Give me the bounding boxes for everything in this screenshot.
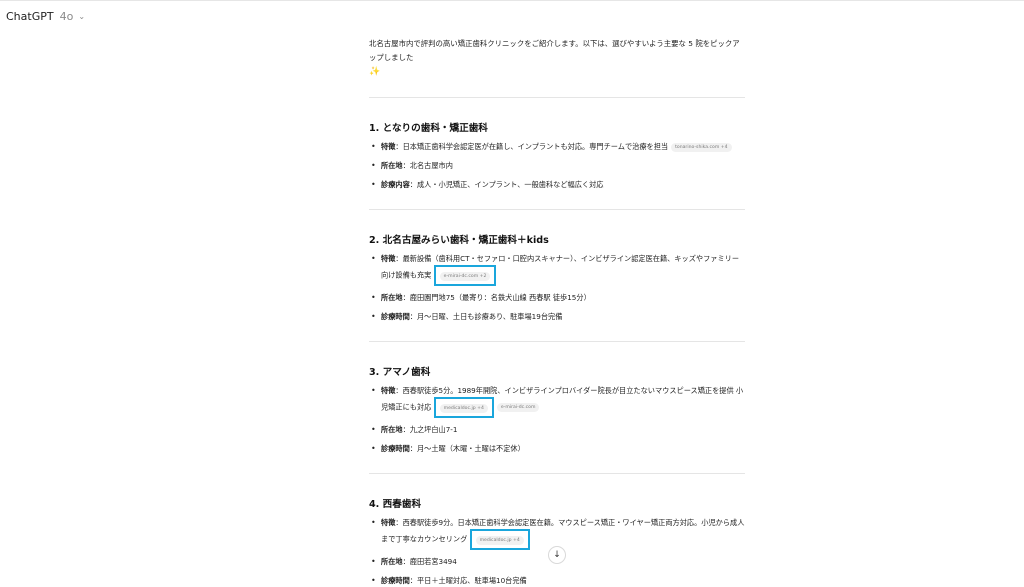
item-text: ：九之坪白山7-1 <box>402 425 458 434</box>
chat-response: 北名古屋市内で評判の高い矯正歯科クリニックをご紹介します。以下は、選びやすいよう… <box>369 34 745 587</box>
list-item: 所在地：北名古屋市内 <box>369 159 745 172</box>
list-item: 特徴：最新設備（歯科用CT・セファロ・口腔内スキャナー）、インビザライン認定医在… <box>369 252 745 286</box>
section-title: 1. となりの歯科・矯正歯科 <box>369 123 488 134</box>
citation-chip[interactable]: e-mirai-dc.com <box>496 403 540 412</box>
item-label: 診療時間 <box>381 444 410 453</box>
model-version: 4o <box>59 10 74 23</box>
section-title: 3. アマノ歯科 <box>369 367 431 378</box>
sparkles-icon: ✨ <box>369 67 381 77</box>
citation-chip[interactable]: e-mirai-dc.com +2 <box>439 271 491 281</box>
list-item: 診療内容：成人・小児矯正、インプラント、一般歯科など幅広く対応 <box>369 178 745 191</box>
list-item: 特徴：西春駅徒歩9分。日本矯正歯科学会認定医在籍。マウスピース矯正・ワイヤー矯正… <box>369 516 745 550</box>
list-item: 診療時間：月〜日曜、土日も診療あり、駐車場19台完備 <box>369 310 745 323</box>
item-text: ：月〜土曜（木曜・土曜は不定休） <box>409 444 525 453</box>
divider <box>369 341 745 342</box>
list-item: 診療時間：平日＋土曜対応、駐車場10台完備 <box>369 574 745 587</box>
citation-chip[interactable]: medicaldoc.jp +4 <box>439 403 488 413</box>
item-label: 診療時間 <box>381 576 410 585</box>
item-label: 所在地 <box>381 425 403 434</box>
arrow-down-icon: ↓ <box>553 550 561 560</box>
item-text: ：鹿田園門地75（最寄り：名鉄犬山線 西春駅 徒歩15分） <box>402 293 591 302</box>
item-text: ：月〜日曜、土日も診療あり、駐車場19台完備 <box>409 312 563 321</box>
item-label: 特徴 <box>381 386 396 395</box>
section-title: 4. 西春歯科 <box>369 499 422 510</box>
item-text: ：日本矯正歯科学会認定医が在籍し、インプラントも対応。専門チームで治療を担当 <box>395 142 669 151</box>
list-item: 所在地：鹿田園門地75（最寄り：名鉄犬山線 西春駅 徒歩15分） <box>369 291 745 304</box>
list-item: 特徴：日本矯正歯科学会認定医が在籍し、インプラントも対応。専門チームで治療を担当… <box>369 140 745 153</box>
divider <box>369 97 745 98</box>
item-label: 特徴 <box>381 518 396 527</box>
item-label: 所在地 <box>381 161 403 170</box>
divider <box>369 209 745 210</box>
clinic-section: 4. 西春歯科 特徴：西春駅徒歩9分。日本矯正歯科学会認定医在籍。マウスピース矯… <box>369 496 745 587</box>
item-label: 所在地 <box>381 557 403 566</box>
highlight-box: medicaldoc.jp +4 <box>469 529 530 550</box>
item-label: 診療内容 <box>381 180 410 189</box>
model-selector[interactable]: ChatGPT 4o ⌄ <box>6 10 85 23</box>
clinic-section: 1. となりの歯科・矯正歯科 特徴：日本矯正歯科学会認定医が在籍し、インプラント… <box>369 120 745 191</box>
highlight-box: medicaldoc.jp +4 <box>433 397 494 418</box>
item-label: 特徴 <box>381 254 396 263</box>
intro-body: 北名古屋市内で評判の高い矯正歯科クリニックをご紹介します。以下は、選びやすいよう… <box>369 39 740 62</box>
item-label: 診療時間 <box>381 312 410 321</box>
item-text: ：西春駅徒歩9分。日本矯正歯科学会認定医在籍。マウスピース矯正・ワイヤー矯正両方… <box>381 518 745 544</box>
item-label: 特徴 <box>381 142 396 151</box>
clinic-details: 特徴：日本矯正歯科学会認定医が在籍し、インプラントも対応。専門チームで治療を担当… <box>369 140 745 191</box>
chevron-down-icon: ⌄ <box>78 12 86 21</box>
top-border <box>0 0 1024 5</box>
item-text: ：平日＋土曜対応、駐車場10台完備 <box>409 576 527 585</box>
clinic-details: 特徴：最新設備（歯科用CT・セファロ・口腔内スキャナー）、インビザライン認定医在… <box>369 252 745 323</box>
list-item: 特徴：西春駅徒歩5分。1989年開院、インビザラインプロバイダー院長が目立たない… <box>369 384 745 418</box>
section-title: 2. 北名古屋みらい歯科・矯正歯科＋kids <box>369 235 549 246</box>
model-name: ChatGPT <box>6 10 54 23</box>
item-text: ：北名古屋市内 <box>402 161 453 170</box>
clinic-section: 2. 北名古屋みらい歯科・矯正歯科＋kids 特徴：最新設備（歯科用CT・セファ… <box>369 232 745 323</box>
citation-chip[interactable]: medicaldoc.jp +4 <box>475 535 524 545</box>
list-item: 診療時間：月〜土曜（木曜・土曜は不定休） <box>369 442 745 455</box>
list-item: 所在地：九之坪白山7-1 <box>369 423 745 436</box>
divider <box>369 473 745 474</box>
intro-text: 北名古屋市内で評判の高い矯正歯科クリニックをご紹介します。以下は、選びやすいよう… <box>369 37 745 79</box>
item-text: ：成人・小児矯正、インプラント、一般歯科など幅広く対応 <box>409 180 604 189</box>
citation-chip[interactable]: tonarino-shika.com +4 <box>671 142 732 152</box>
item-text: ：鹿田若宮3494 <box>402 557 457 566</box>
item-label: 所在地 <box>381 293 403 302</box>
highlight-box: e-mirai-dc.com +2 <box>433 265 497 286</box>
scroll-down-button[interactable]: ↓ <box>548 546 566 564</box>
clinic-section: 3. アマノ歯科 特徴：西春駅徒歩5分。1989年開院、インビザラインプロバイダ… <box>369 364 745 455</box>
clinic-details: 特徴：西春駅徒歩5分。1989年開院、インビザラインプロバイダー院長が目立たない… <box>369 384 745 455</box>
